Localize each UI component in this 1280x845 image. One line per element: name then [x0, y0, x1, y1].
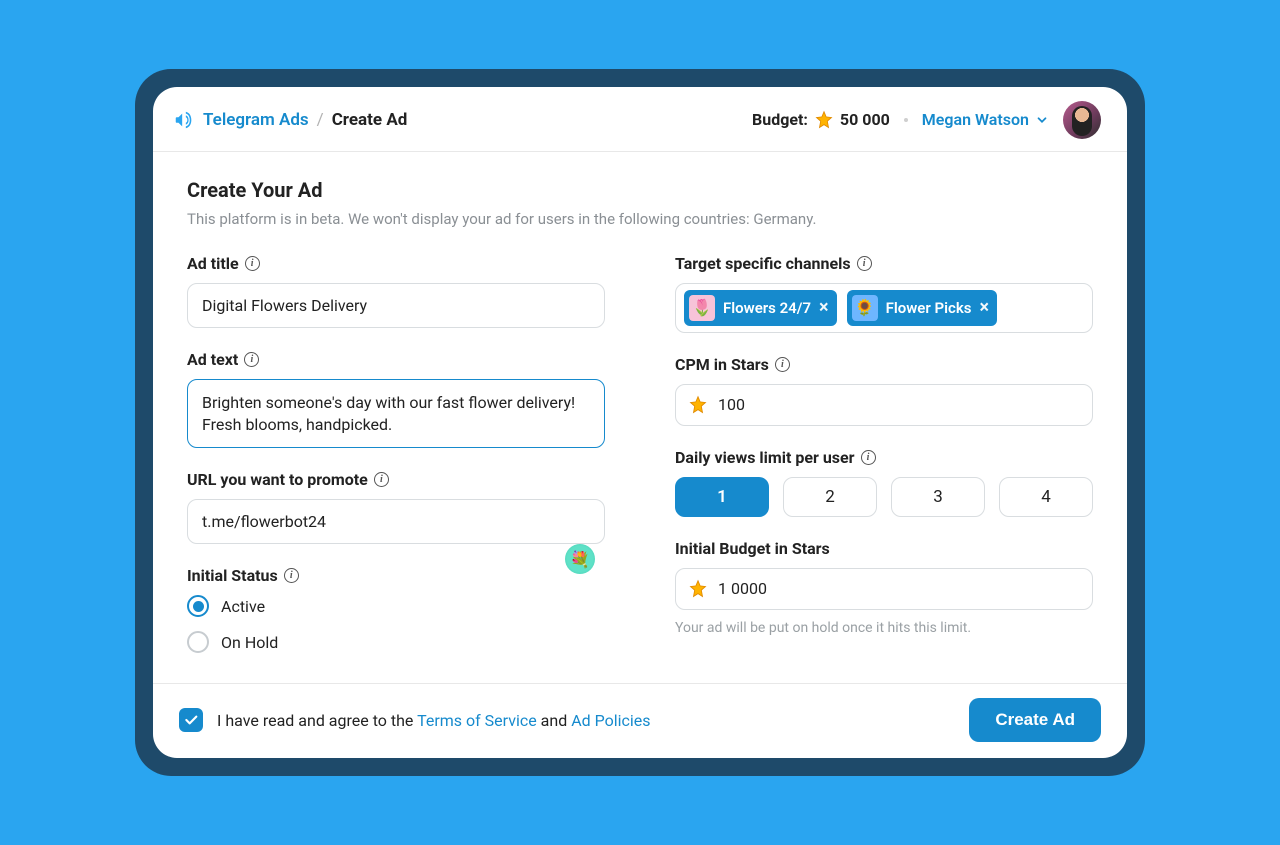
field-cpm: CPM in Stars i 100 — [675, 355, 1093, 426]
ad-policies-link[interactable]: Ad Policies — [571, 711, 650, 730]
initial-budget-hint: Your ad will be put on hold once it hits… — [675, 620, 1093, 636]
info-icon[interactable]: i — [284, 568, 299, 583]
agree-checkbox[interactable] — [179, 708, 203, 732]
field-daily-views: Daily views limit per user i 1 2 3 4 — [675, 448, 1093, 517]
device-frame: Telegram Ads / Create Ad Budget: 50 000 … — [135, 69, 1145, 776]
radio-icon — [187, 595, 209, 617]
chevron-down-icon — [1035, 113, 1049, 127]
left-column: Ad title i Digital Flowers Delivery Ad t… — [187, 254, 605, 675]
views-option-1[interactable]: 1 — [675, 477, 769, 517]
remove-chip-icon[interactable]: × — [979, 299, 989, 317]
field-url: URL you want to promote i t.me/flowerbot… — [187, 470, 605, 544]
right-column: Target specific channels i 🌷 Flowers 24/… — [675, 254, 1093, 675]
initial-status-label: Initial Status — [187, 566, 278, 585]
channel-chip: 🌷 Flowers 24/7 × — [684, 290, 837, 326]
channel-chip-label: Flower Picks — [886, 299, 972, 317]
status-option-active[interactable]: Active — [187, 595, 605, 617]
ad-title-label: Ad title — [187, 254, 239, 273]
views-option-2[interactable]: 2 — [783, 477, 877, 517]
status-radio-group: Active On Hold — [187, 595, 605, 653]
budget-value: 50 000 — [840, 110, 890, 129]
status-onhold-label: On Hold — [221, 633, 278, 652]
budget-label: Budget: — [752, 110, 808, 129]
url-preview-thumb: 💐 — [565, 544, 595, 574]
views-option-4[interactable]: 4 — [999, 477, 1093, 517]
brand-link[interactable]: Telegram Ads — [203, 110, 309, 130]
check-icon — [183, 712, 199, 728]
field-target-channels: Target specific channels i 🌷 Flowers 24/… — [675, 254, 1093, 333]
channel-chip-label: Flowers 24/7 — [723, 299, 811, 317]
status-option-on-hold[interactable]: On Hold — [187, 631, 605, 653]
info-icon[interactable]: i — [861, 450, 876, 465]
info-icon[interactable]: i — [245, 256, 260, 271]
topbar-right: Budget: 50 000 Megan Watson — [752, 101, 1101, 139]
target-channels-label: Target specific channels — [675, 254, 851, 273]
channel-chip: 🌻 Flower Picks × — [847, 290, 997, 326]
info-icon[interactable]: i — [857, 256, 872, 271]
star-icon — [688, 579, 708, 599]
remove-chip-icon[interactable]: × — [819, 299, 829, 317]
agree-text: I have read and agree to the Terms of Se… — [217, 711, 651, 730]
channels-input[interactable]: 🌷 Flowers 24/7 × 🌻 Flower Picks × — [675, 283, 1093, 333]
megaphone-icon — [173, 109, 195, 131]
cpm-value: 100 — [718, 395, 745, 414]
field-initial-status: Initial Status i Active On Hold — [187, 566, 605, 653]
star-icon — [688, 395, 708, 415]
budget-display: Budget: 50 000 — [752, 110, 890, 130]
url-label: URL you want to promote — [187, 470, 368, 489]
star-icon — [814, 110, 834, 130]
ad-text-input[interactable]: Brighten someone's day with our fast flo… — [187, 379, 605, 448]
form-grid: Ad title i Digital Flowers Delivery Ad t… — [187, 254, 1093, 675]
page-title: Create Your Ad — [187, 178, 1093, 202]
avatar[interactable] — [1063, 101, 1101, 139]
channel-thumb-icon: 🌻 — [852, 295, 878, 321]
initial-budget-value: 1 0000 — [718, 579, 767, 598]
dot-separator — [904, 118, 908, 122]
initial-budget-label: Initial Budget in Stars — [675, 539, 830, 558]
ad-text-label: Ad text — [187, 350, 238, 369]
app-window: Telegram Ads / Create Ad Budget: 50 000 … — [153, 87, 1127, 758]
breadcrumb-separator: / — [317, 110, 324, 130]
channel-thumb-icon: 🌷 — [689, 295, 715, 321]
url-input[interactable]: t.me/flowerbot24 — [187, 499, 605, 544]
content: Create Your Ad This platform is in beta.… — [153, 152, 1127, 679]
views-option-3[interactable]: 3 — [891, 477, 985, 517]
breadcrumb-current: Create Ad — [332, 110, 408, 130]
user-dropdown[interactable]: Megan Watson — [922, 110, 1049, 129]
status-active-label: Active — [221, 597, 265, 616]
field-initial-budget: Initial Budget in Stars 1 0000 Your ad w… — [675, 539, 1093, 636]
daily-views-label: Daily views limit per user — [675, 448, 855, 467]
cpm-label: CPM in Stars — [675, 355, 769, 374]
tos-link[interactable]: Terms of Service — [417, 711, 537, 730]
agree-prefix: I have read and agree to the — [217, 711, 417, 730]
daily-views-segmented: 1 2 3 4 — [675, 477, 1093, 517]
create-ad-button[interactable]: Create Ad — [969, 698, 1101, 742]
initial-budget-input[interactable]: 1 0000 — [675, 568, 1093, 610]
topbar: Telegram Ads / Create Ad Budget: 50 000 … — [153, 87, 1127, 152]
info-icon[interactable]: i — [374, 472, 389, 487]
page-subtitle: This platform is in beta. We won't displ… — [187, 210, 1093, 228]
cpm-input[interactable]: 100 — [675, 384, 1093, 426]
brand[interactable]: Telegram Ads — [173, 109, 309, 131]
ad-title-input[interactable]: Digital Flowers Delivery — [187, 283, 605, 328]
user-name: Megan Watson — [922, 110, 1029, 129]
info-icon[interactable]: i — [775, 357, 790, 372]
radio-icon — [187, 631, 209, 653]
footer-bar: I have read and agree to the Terms of Se… — [153, 683, 1127, 758]
info-icon[interactable]: i — [244, 352, 259, 367]
field-ad-text: Ad text i Brighten someone's day with ou… — [187, 350, 605, 448]
agree-mid: and — [537, 711, 572, 730]
field-ad-title: Ad title i Digital Flowers Delivery — [187, 254, 605, 328]
